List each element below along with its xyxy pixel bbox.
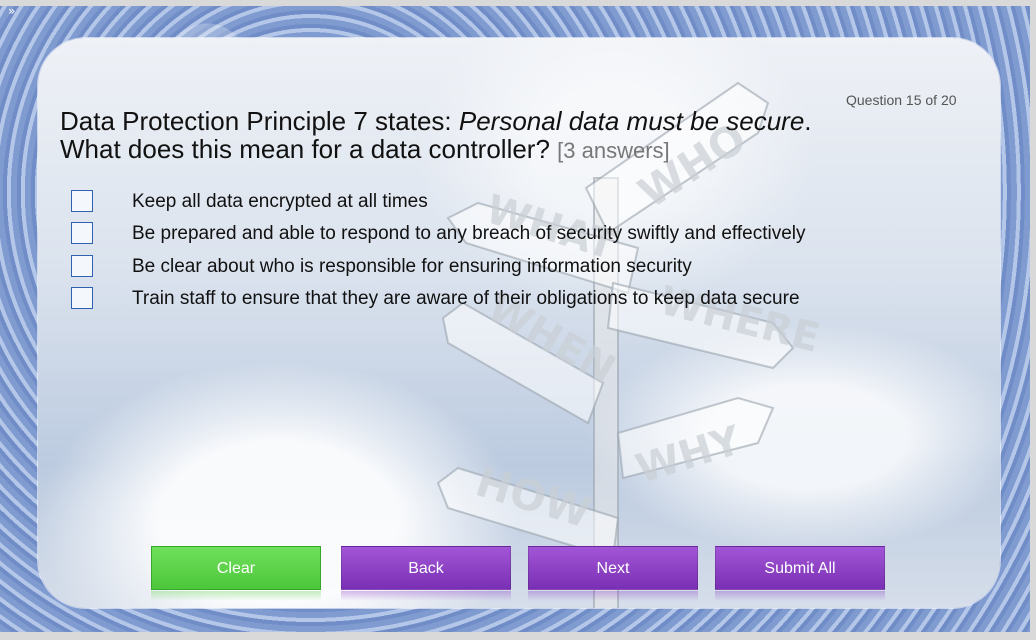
answer-checkbox[interactable] <box>71 287 93 309</box>
right-border <box>1030 0 1036 640</box>
next-button-reflection <box>528 591 698 601</box>
clear-button[interactable]: Clear <box>151 546 321 590</box>
question-counter: Question 15 of 20 <box>846 92 957 108</box>
answer-checkbox[interactable] <box>71 190 93 212</box>
answer-option[interactable]: Train staff to ensure that they are awar… <box>71 287 891 313</box>
quiz-panel: WHO WHAT WHERE WHEN WHY HOW Question 15 … <box>38 38 1000 608</box>
answer-option[interactable]: Keep all data encrypted at all times <box>71 190 891 216</box>
next-button[interactable]: Next <box>528 546 698 590</box>
answer-label[interactable]: Keep all data encrypted at all times <box>132 191 428 213</box>
top-border <box>0 0 1036 6</box>
answer-checkbox[interactable] <box>71 222 93 244</box>
answer-checkbox[interactable] <box>71 255 93 277</box>
back-button-reflection <box>341 591 511 601</box>
question-text: Data Protection Principle 7 states: Pers… <box>60 107 830 165</box>
answer-label[interactable]: Be clear about who is responsible for en… <box>132 256 692 278</box>
clear-button-reflection <box>151 591 321 601</box>
expand-chevron-icon[interactable]: » <box>8 4 22 18</box>
question-italic: Personal data must be secure <box>458 106 805 136</box>
back-button[interactable]: Back <box>341 546 511 590</box>
submit-all-button-reflection <box>715 591 885 601</box>
bottom-border <box>0 632 1036 640</box>
answer-count-hint: [3 answers] <box>557 138 670 163</box>
submit-all-button[interactable]: Submit All <box>715 546 885 590</box>
answer-option[interactable]: Be prepared and able to respond to any b… <box>71 222 891 248</box>
answer-label[interactable]: Train staff to ensure that they are awar… <box>132 288 800 310</box>
question-prefix: Data Protection Principle 7 states: <box>60 106 459 136</box>
answer-label[interactable]: Be prepared and able to respond to any b… <box>132 223 806 245</box>
answer-option[interactable]: Be clear about who is responsible for en… <box>71 255 891 281</box>
